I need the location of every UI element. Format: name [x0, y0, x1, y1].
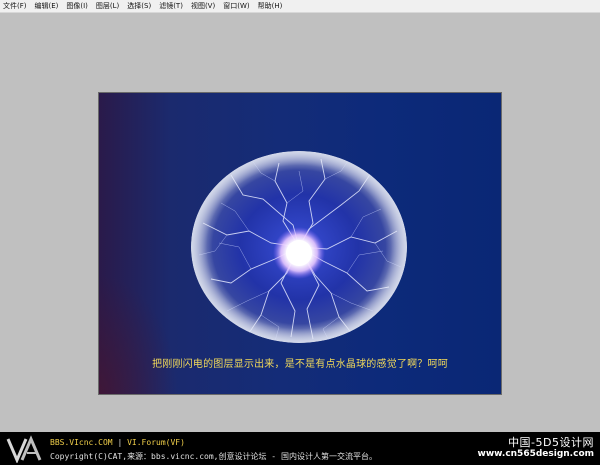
canvas-caption: 把刚刚闪电的图层显示出来，是不是有点水晶球的感觉了啊？呵呵: [152, 359, 448, 370]
watermark-url: www.cn565design.com: [477, 449, 594, 459]
menu-bar: 文件(F) 编辑(E) 图像(I) 图层(L) 选择(S) 滤镜(T) 视图(V…: [0, 0, 600, 13]
footer-copyright: Copyright(C)CAT,来源：bbs.vicnc.com,创意设计论坛 …: [50, 452, 377, 461]
footer-site-line: BBS.VIcnc.COM | VI.Forum(VF): [50, 438, 185, 447]
menu-layer[interactable]: 图层(L): [92, 0, 123, 12]
footer-watermark-bar: BBS.VIcnc.COM | VI.Forum(VF) Copyright(C…: [0, 432, 600, 465]
menu-select[interactable]: 选择(S): [123, 0, 155, 12]
workspace: 把刚刚闪电的图层显示出来，是不是有点水晶球的感觉了啊？呵呵: [0, 13, 600, 432]
menu-view[interactable]: 视图(V): [187, 0, 219, 12]
menu-window[interactable]: 窗口(W): [219, 0, 253, 12]
footer-separator: |: [117, 438, 123, 447]
menu-image[interactable]: 图像(I): [62, 0, 92, 12]
plasma-crystal-ball-image: [191, 151, 407, 343]
va-logo-icon: [6, 435, 42, 463]
menu-filter[interactable]: 滤镜(T): [155, 0, 187, 12]
footer-site-url: BBS.VIcnc.COM: [50, 438, 113, 447]
document-canvas[interactable]: 把刚刚闪电的图层显示出来，是不是有点水晶球的感觉了啊？呵呵: [99, 93, 501, 394]
menu-help[interactable]: 帮助(H): [254, 0, 287, 12]
watermark-title: 中国-5D5设计网: [508, 436, 594, 449]
footer-forum-name: VI.Forum(VF): [127, 438, 185, 447]
menu-edit[interactable]: 编辑(E): [31, 0, 63, 12]
menu-file[interactable]: 文件(F): [0, 0, 31, 12]
